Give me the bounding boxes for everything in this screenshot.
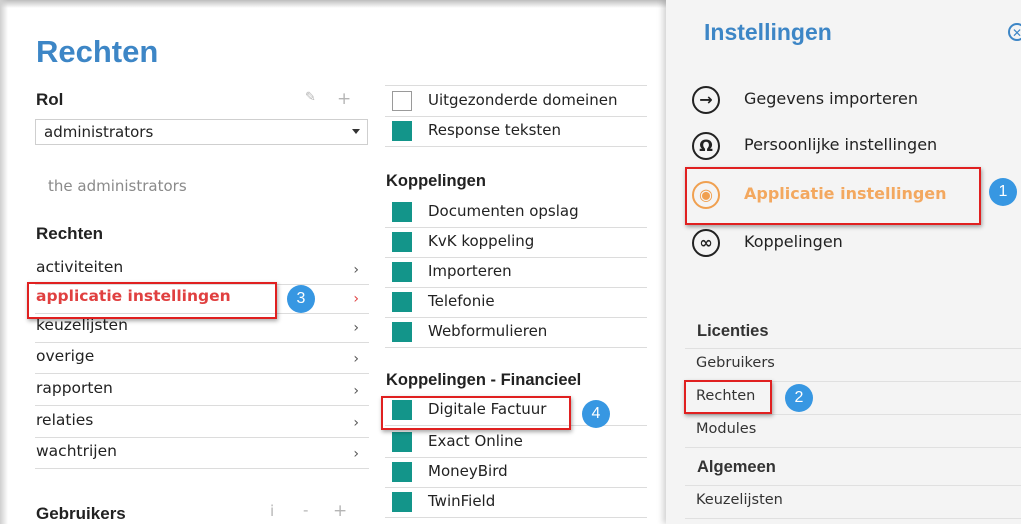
perm-check-uitgezonderde-domeinen[interactable]: Uitgezonderde domeinen bbox=[385, 87, 647, 117]
checkbox[interactable] bbox=[392, 492, 412, 512]
koppelingen-financieel-heading: Koppelingen - Financieel bbox=[386, 371, 582, 389]
page-title: Rechten bbox=[36, 34, 159, 69]
perm-check-label: MoneyBird bbox=[428, 462, 508, 480]
perm-check-label: Response teksten bbox=[428, 121, 562, 139]
perm-check-label: Webformulieren bbox=[428, 322, 548, 340]
licenties-link-modules[interactable]: Modules bbox=[685, 415, 1021, 448]
gebruikers-heading: Gebruikers bbox=[36, 504, 126, 523]
checkbox[interactable] bbox=[392, 232, 412, 252]
info-icon[interactable]: i bbox=[270, 502, 274, 520]
settings-panel-title: Instellingen bbox=[704, 19, 832, 45]
chevron-right-icon: › bbox=[353, 262, 359, 278]
perm-check-kvk-koppeling[interactable]: KvK koppeling bbox=[385, 228, 647, 258]
licenties-link-gebruikers[interactable]: Gebruikers bbox=[685, 349, 1021, 382]
checkbox[interactable] bbox=[392, 462, 412, 482]
chevron-right-icon: › bbox=[353, 415, 359, 431]
callout-2: 2 bbox=[785, 384, 813, 412]
perm-item-activiteiten[interactable]: activiteiten › bbox=[35, 256, 369, 285]
perm-check-label: Exact Online bbox=[428, 432, 523, 450]
rechten-heading: Rechten bbox=[36, 224, 104, 243]
callout-4: 4 bbox=[582, 400, 610, 428]
chevron-right-icon: › bbox=[353, 351, 359, 367]
checkbox[interactable] bbox=[392, 292, 412, 312]
chevron-right-icon: › bbox=[353, 291, 359, 307]
highlight-box-4 bbox=[381, 396, 571, 430]
divider bbox=[385, 85, 647, 86]
perm-check-response-teksten[interactable]: Response teksten bbox=[385, 117, 647, 147]
perm-check-importeren[interactable]: Importeren bbox=[385, 258, 647, 288]
perm-label: overige bbox=[36, 347, 95, 365]
add-gebruiker-icon[interactable]: + bbox=[333, 501, 347, 521]
perm-item-overige[interactable]: overige › bbox=[35, 345, 369, 374]
perm-item-relaties[interactable]: relaties › bbox=[35, 409, 369, 438]
rol-description: the administrators bbox=[48, 177, 187, 195]
algemeen-heading: Algemeen bbox=[697, 458, 776, 476]
perm-check-label: Importeren bbox=[428, 262, 512, 280]
arrow-right-circle-icon: → bbox=[692, 86, 720, 114]
checkbox[interactable] bbox=[392, 262, 412, 282]
perm-check-label: TwinField bbox=[428, 492, 496, 510]
rol-select-value: administrators bbox=[44, 123, 154, 141]
koppelingen-heading: Koppelingen bbox=[386, 172, 486, 190]
perm-label: rapporten bbox=[36, 379, 113, 397]
chevron-right-icon: › bbox=[353, 383, 359, 399]
perm-check-label: Documenten opslag bbox=[428, 202, 579, 220]
checkbox[interactable] bbox=[392, 432, 412, 452]
edit-icon[interactable]: ✎ bbox=[305, 90, 316, 105]
licenties-heading: Licenties bbox=[697, 322, 769, 340]
rol-label: Rol bbox=[36, 90, 64, 109]
callout-3: 3 bbox=[287, 285, 315, 313]
link-icon: ∞ bbox=[692, 229, 720, 257]
chevron-right-icon: › bbox=[353, 320, 359, 336]
left-shadow bbox=[0, 0, 8, 524]
perm-check-moneybird[interactable]: MoneyBird bbox=[385, 458, 647, 488]
caret-down-icon bbox=[352, 129, 360, 134]
checkbox[interactable] bbox=[392, 202, 412, 222]
highlight-box-1 bbox=[685, 167, 981, 225]
algemeen-link-keuzelijsten[interactable]: Keuzelijsten bbox=[685, 486, 1021, 519]
perm-check-exact-online[interactable]: Exact Online bbox=[385, 428, 647, 458]
add-rol-icon[interactable]: + bbox=[337, 89, 351, 109]
licenties-link-label: Gebruikers bbox=[696, 355, 775, 371]
perm-label: activiteiten bbox=[36, 258, 124, 276]
licenties-link-label: Modules bbox=[696, 421, 757, 437]
perm-check-label: Uitgezonderde domeinen bbox=[428, 91, 618, 109]
perm-check-documenten-opslag[interactable]: Documenten opslag bbox=[385, 198, 647, 228]
perm-item-wachtrijen[interactable]: wachtrijen › bbox=[35, 440, 369, 469]
highlight-box-3 bbox=[27, 282, 277, 319]
settings-item-label: Persoonlijke instellingen bbox=[744, 135, 938, 154]
user-circle-icon: Ω bbox=[692, 132, 720, 160]
perm-check-telefonie[interactable]: Telefonie bbox=[385, 288, 647, 318]
rol-select[interactable]: administrators bbox=[35, 119, 368, 145]
callout-1: 1 bbox=[989, 178, 1017, 206]
checkbox[interactable] bbox=[392, 121, 412, 141]
highlight-box-2 bbox=[684, 380, 772, 414]
algemeen-link-label: Keuzelijsten bbox=[696, 492, 783, 508]
close-icon[interactable]: ✕ bbox=[1008, 23, 1021, 41]
checkbox[interactable] bbox=[392, 322, 412, 342]
perm-label: relaties bbox=[36, 411, 94, 429]
checkbox[interactable] bbox=[392, 91, 412, 111]
remove-gebruiker-icon[interactable]: - bbox=[303, 501, 308, 519]
settings-item-label: Koppelingen bbox=[744, 232, 843, 251]
perm-check-label: KvK koppeling bbox=[428, 232, 535, 250]
perm-check-label: Telefonie bbox=[428, 292, 495, 310]
chevron-right-icon: › bbox=[353, 446, 359, 462]
perm-check-webformulieren[interactable]: Webformulieren bbox=[385, 318, 647, 348]
perm-check-twinfield[interactable]: TwinField bbox=[385, 488, 647, 518]
settings-item-label: Gegevens importeren bbox=[744, 89, 918, 108]
perm-label: wachtrijen bbox=[36, 442, 117, 460]
perm-item-rapporten[interactable]: rapporten › bbox=[35, 377, 369, 406]
